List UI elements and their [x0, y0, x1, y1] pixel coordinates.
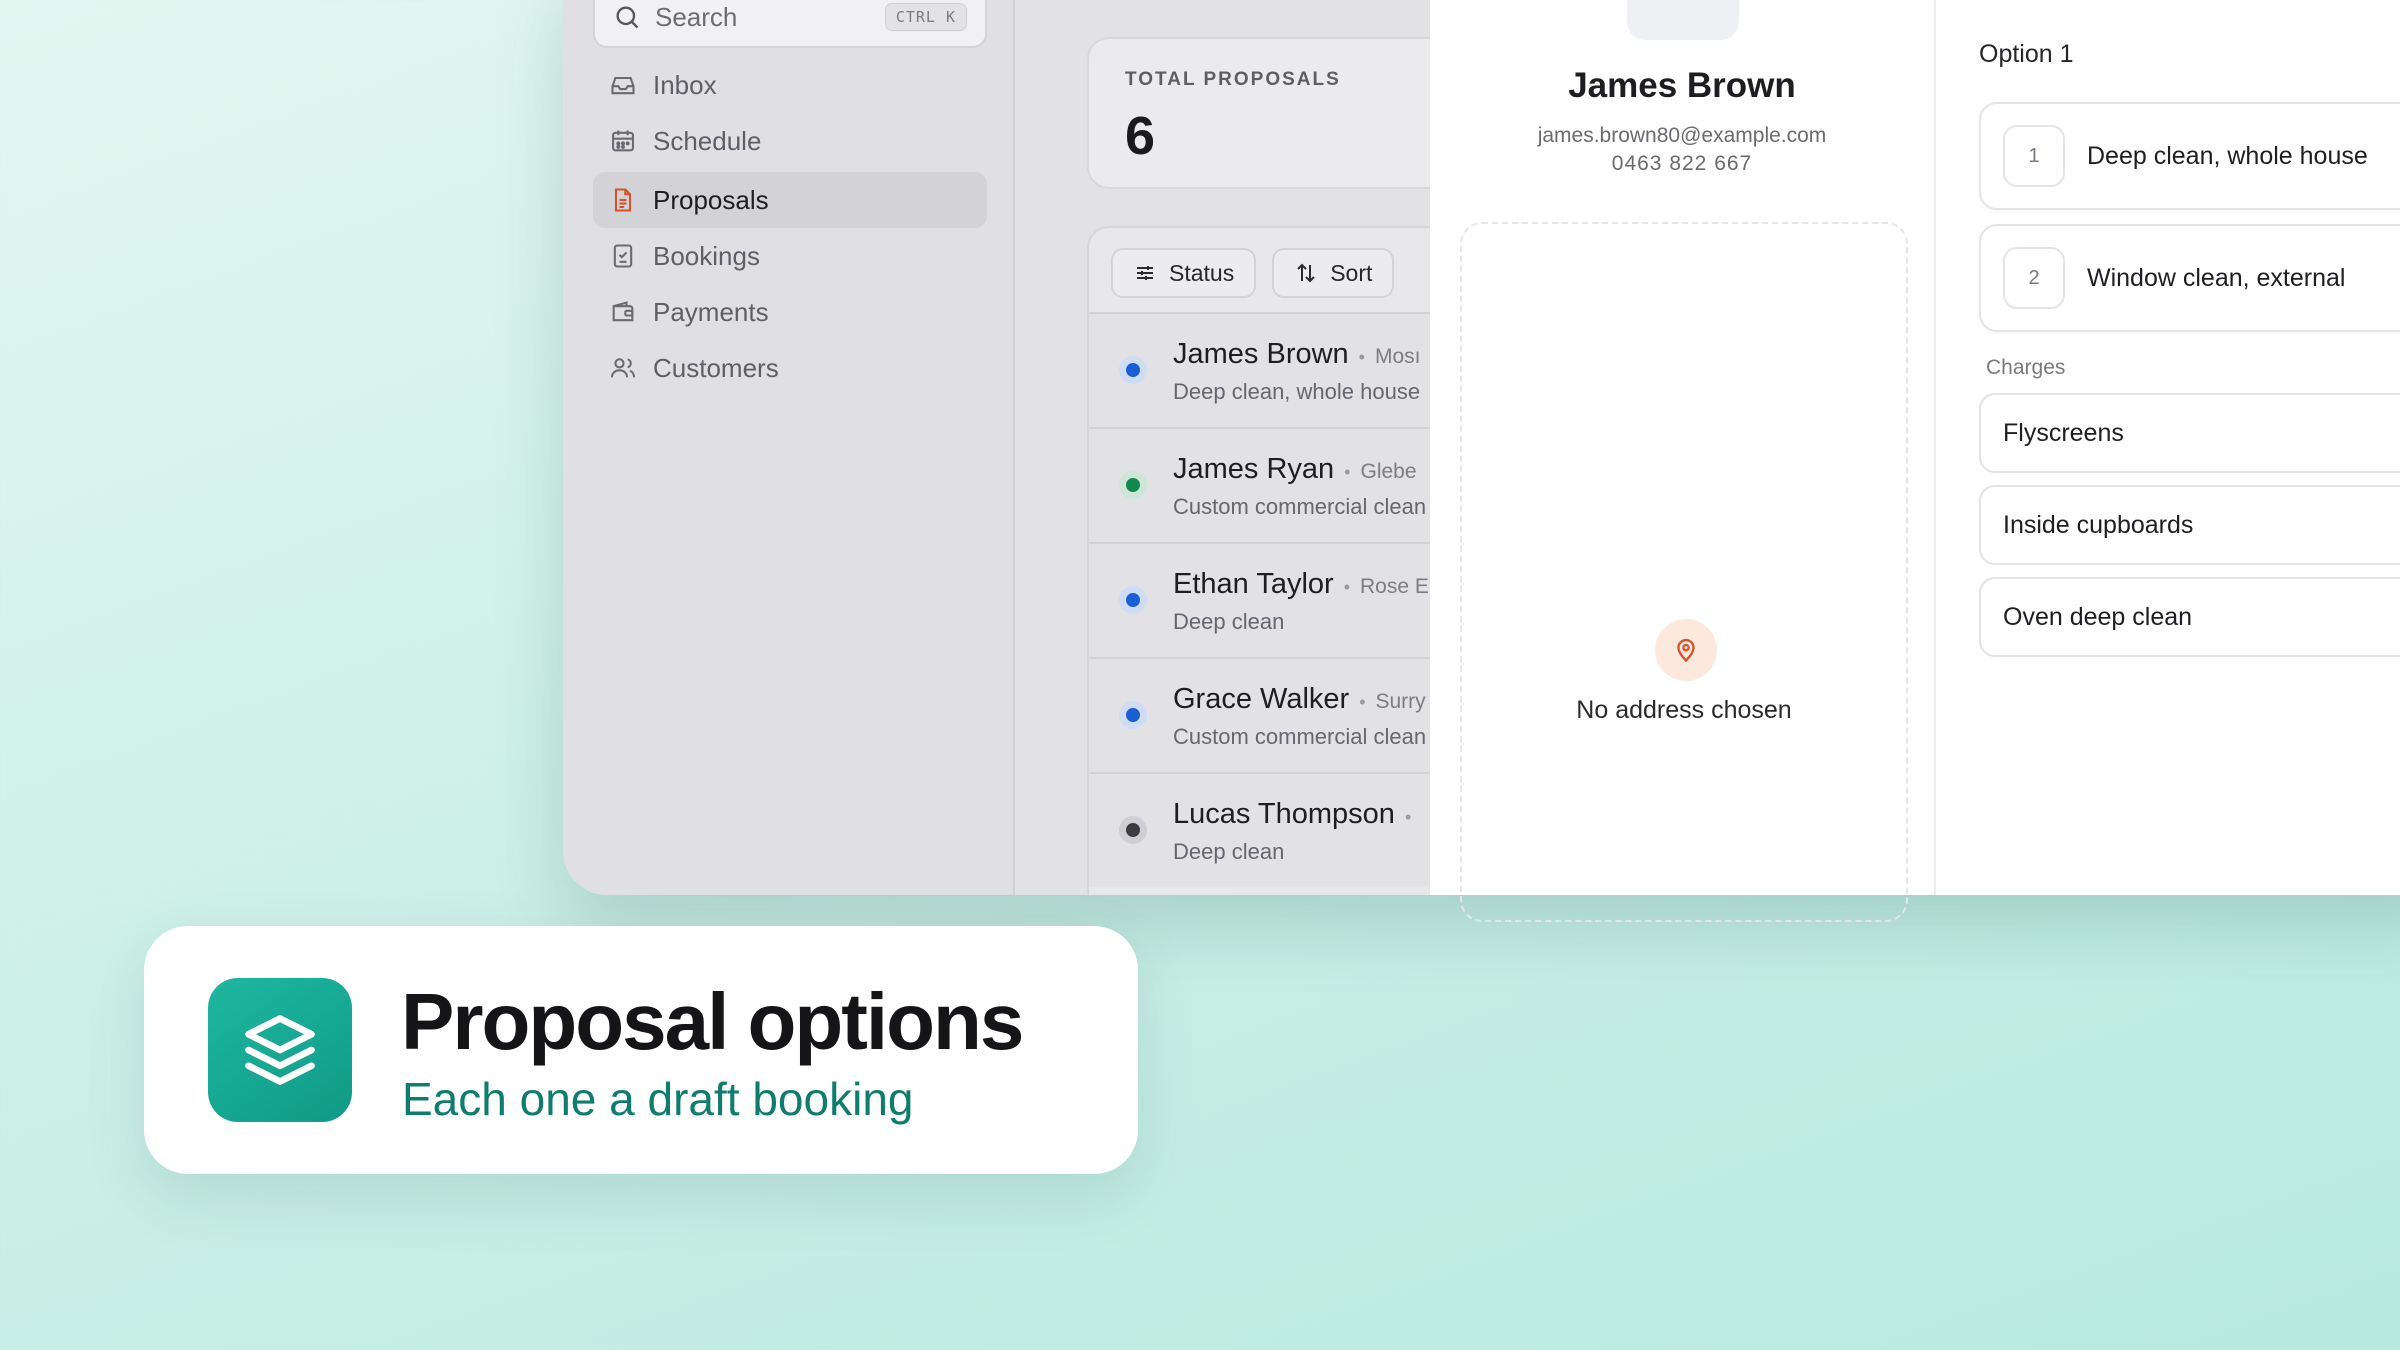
line-item-label: Window clean, external: [2087, 263, 2346, 292]
callout-subtitle: Each one a draft booking: [402, 1073, 914, 1125]
status-dot: [1119, 586, 1147, 614]
sort-arrows-icon: [1297, 263, 1315, 283]
option-line-item[interactable]: 1 Deep clean, whole house: [1979, 102, 2400, 210]
wallet-icon: [612, 301, 634, 322]
sort-label: Sort: [1330, 259, 1373, 286]
suburb: Mosı: [1374, 345, 1421, 368]
customer-name: James Ryan: [1173, 453, 1335, 485]
calendar-icon: [612, 130, 634, 152]
nav-secondary: Proposals Bookings Payments Customers: [593, 172, 987, 396]
sort-button[interactable]: Sort: [1272, 248, 1395, 298]
suburb: Surry: [1375, 690, 1426, 713]
sidebar-item-label: Customers: [653, 352, 779, 383]
charge-item-oven-deep-clean[interactable]: Oven deep clean: [1979, 577, 2400, 657]
inbox-icon: [611, 76, 635, 95]
sliders-icon: [1137, 266, 1153, 280]
sidebar-item-bookings[interactable]: Bookings: [593, 228, 987, 284]
option-title: Option 1: [1979, 40, 2074, 68]
status-dot: [1119, 701, 1147, 729]
customer-phone[interactable]: 0463 822 667: [1430, 152, 1934, 176]
charge-item-inside-cupboards[interactable]: Inside cupboards: [1979, 485, 2400, 565]
status-dot: [1119, 356, 1147, 384]
suburb: Glebe: [1360, 460, 1417, 483]
line-item-number: 2: [2003, 247, 2065, 309]
customer-name: James Brown: [1173, 338, 1349, 370]
feature-callout: Proposal options Each one a draft bookin…: [144, 926, 1138, 1174]
customer-name-heading: James Brown: [1568, 66, 1796, 105]
layers-icon: [208, 978, 352, 1122]
sidebar-item-customers[interactable]: Customers: [593, 340, 987, 396]
sidebar-item-label: Payments: [653, 296, 769, 327]
sidebar-item-proposals[interactable]: Proposals: [593, 172, 987, 228]
charge-item-flyscreens[interactable]: Flyscreens: [1979, 393, 2400, 473]
location-pin-icon: [1655, 619, 1717, 681]
sidebar: Search CTRL K Inbox Schedule Proposals B…: [563, 0, 1015, 895]
search-shortcut: CTRL K: [884, 3, 967, 31]
status-dot: [1119, 816, 1147, 844]
status-filter-label: Status: [1169, 259, 1235, 286]
customer-email[interactable]: james.brown80@example.com: [1430, 124, 1934, 148]
proposal-option-panel: Option 1 1 Deep clean, whole house 2 Win…: [1936, 0, 2400, 895]
total-proposals-card: TOTAL PROPOSALS 6: [1087, 37, 1487, 189]
sidebar-item-schedule[interactable]: Schedule: [593, 113, 987, 169]
avatar: [1627, 0, 1739, 40]
sidebar-item-payments[interactable]: Payments: [593, 284, 987, 340]
line-item-number: 1: [2003, 125, 2065, 187]
sidebar-item-label: Schedule: [653, 125, 762, 156]
address-map-placeholder[interactable]: No address chosen: [1460, 222, 1908, 922]
document-icon: [614, 188, 632, 212]
customer-name: Grace Walker: [1173, 683, 1350, 715]
no-address-text: No address chosen: [1576, 696, 1792, 724]
status-dot: [1119, 471, 1147, 499]
sidebar-item-label: Proposals: [653, 184, 769, 215]
suburb: Rose E: [1360, 575, 1429, 598]
callout-title: Proposal options: [401, 977, 1024, 1066]
status-filter-button[interactable]: Status: [1111, 248, 1257, 298]
nav-primary: Inbox Schedule: [593, 57, 987, 169]
sidebar-item-label: Bookings: [653, 240, 760, 271]
search-input[interactable]: Search CTRL K: [593, 0, 987, 48]
option-line-item[interactable]: 2 Window clean, external: [1979, 224, 2400, 332]
checklist-icon: [613, 244, 633, 268]
charges-heading: Charges: [1986, 356, 2066, 379]
customer-name: Lucas Thompson: [1173, 798, 1395, 830]
sidebar-item-label: Inbox: [653, 69, 717, 100]
customer-name: Ethan Taylor: [1173, 568, 1334, 600]
users-icon: [610, 358, 636, 378]
line-item-label: Deep clean, whole house: [2087, 141, 2368, 170]
customer-detail-panel: James Brown james.brown80@example.com 04…: [1430, 0, 1936, 922]
search-placeholder: Search: [655, 1, 738, 32]
search-icon: [616, 6, 639, 29]
sidebar-item-inbox[interactable]: Inbox: [593, 57, 987, 113]
